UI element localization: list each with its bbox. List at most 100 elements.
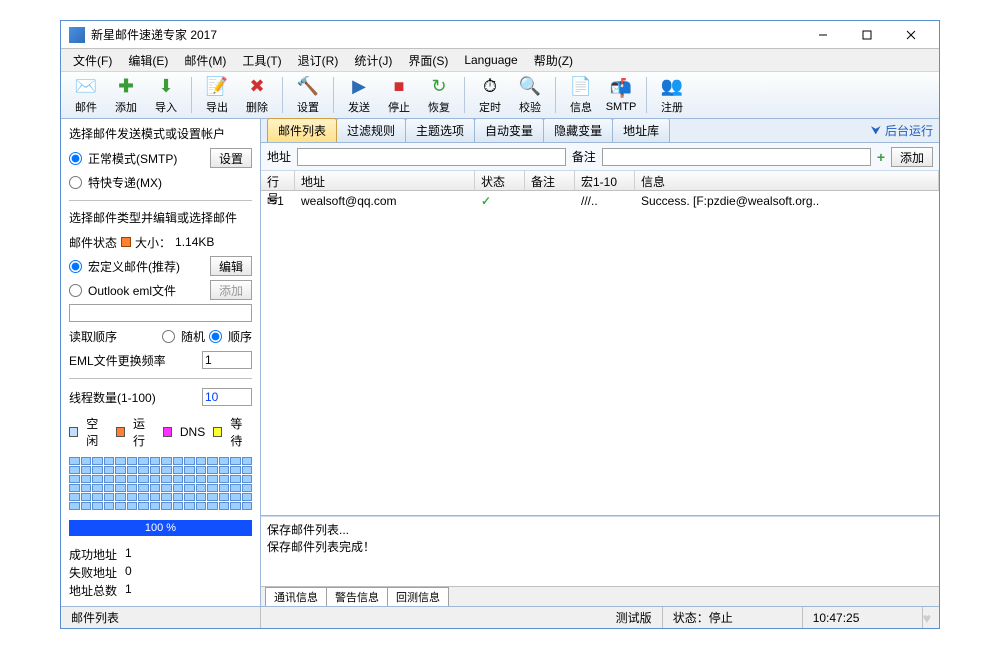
- edit-button[interactable]: 编辑: [210, 256, 252, 276]
- label-custom: 宏定义邮件(推荐): [88, 258, 180, 275]
- table-row[interactable]: ✉1 wealsoft@qq.com ✓ ///.. Success. [F:p…: [261, 191, 939, 211]
- tb-sched[interactable]: ⏱定时: [471, 73, 509, 117]
- add-eml-button[interactable]: 添加: [210, 280, 252, 300]
- menubar: 文件(F) 编辑(E) 邮件(M) 工具(T) 退订(R) 统计(J) 界面(S…: [61, 49, 939, 71]
- radio-outlook-mail[interactable]: [69, 284, 82, 297]
- col-note[interactable]: 备注: [525, 171, 575, 190]
- eml-path-input[interactable]: [69, 304, 252, 322]
- plus-icon[interactable]: +: [877, 149, 885, 165]
- hammer-icon: 🔨: [297, 75, 319, 97]
- tb-delete[interactable]: ✖删除: [238, 73, 276, 117]
- tb-verify[interactable]: 🔍校验: [511, 73, 549, 117]
- toolbar: ✉️邮件 ✚添加 ⬇导入 📝导出 ✖删除 🔨设置 ▶发送 ■停止 ↻恢复 ⏱定时…: [61, 71, 939, 119]
- main-panel: 邮件列表 过滤规则 主题选项 自动变量 隐藏变量 地址库 ⮟后台运行 地址 备注…: [261, 119, 939, 606]
- col-row[interactable]: 行号: [261, 171, 295, 190]
- tab-hidden-var[interactable]: 隐藏变量: [543, 118, 613, 142]
- cell-macro: ///..: [575, 192, 635, 210]
- col-addr[interactable]: 地址: [295, 171, 475, 190]
- menu-help[interactable]: 帮助(Z): [528, 50, 579, 71]
- addr-input[interactable]: [297, 148, 566, 166]
- radio-random[interactable]: [162, 330, 175, 343]
- menu-tools[interactable]: 工具(T): [236, 50, 287, 71]
- swatch-run: [116, 427, 125, 437]
- menu-ui[interactable]: 界面(S): [402, 50, 454, 71]
- tb-info[interactable]: 📄信息: [562, 73, 600, 117]
- menu-edit[interactable]: 编辑(E): [122, 50, 174, 71]
- success-label: 成功地址: [69, 546, 117, 564]
- tb-import[interactable]: ⬇导入: [147, 73, 185, 117]
- add-addr-button[interactable]: 添加: [891, 147, 933, 167]
- tab-addressbook[interactable]: 地址库: [612, 118, 670, 142]
- magnifier-icon: 🔍: [519, 75, 541, 97]
- menu-unsub[interactable]: 退订(R): [292, 50, 345, 71]
- minimize-button[interactable]: [803, 24, 843, 46]
- separator: [646, 77, 647, 113]
- menu-language[interactable]: Language: [458, 51, 523, 69]
- status-version: 测试版: [606, 607, 663, 628]
- col-info[interactable]: 信息: [635, 171, 939, 190]
- radio-normal-mode[interactable]: [69, 152, 82, 165]
- cell-info: Success. [F:pzdie@wealsoft.org..: [635, 192, 939, 210]
- col-macro[interactable]: 宏1-10: [575, 171, 635, 190]
- size-value: 1.14KB: [175, 235, 214, 249]
- body: 选择邮件发送模式或设置帐户 正常模式(SMTP) 设置 特快专递(MX) 选择邮…: [61, 119, 939, 606]
- tab-subject[interactable]: 主题选项: [405, 118, 475, 142]
- total-val: 1: [125, 582, 132, 600]
- log-line: 保存邮件列表...: [267, 521, 933, 538]
- thread-grid: [69, 457, 252, 510]
- heart-icon: ♥: [923, 610, 939, 626]
- grid-header: 行号 地址 状态 备注 宏1-10 信息: [261, 171, 939, 191]
- label-outlook: Outlook eml文件: [88, 282, 176, 299]
- logtab-warn[interactable]: 警告信息: [326, 587, 388, 606]
- tab-auto-var[interactable]: 自动变量: [474, 118, 544, 142]
- col-status[interactable]: 状态: [475, 171, 525, 190]
- mail-status-label: 邮件状态: [69, 234, 117, 251]
- mail-icon: ✉️: [75, 75, 97, 97]
- smtp-icon: 📬: [610, 77, 632, 99]
- tab-mail-list[interactable]: 邮件列表: [267, 118, 337, 142]
- menu-file[interactable]: 文件(F): [67, 50, 118, 71]
- tb-register[interactable]: 👥注册: [653, 73, 691, 117]
- tb-export[interactable]: 📝导出: [198, 73, 236, 117]
- logtab-test[interactable]: 回测信息: [387, 587, 449, 606]
- tb-send[interactable]: ▶发送: [340, 73, 378, 117]
- swatch-idle: [69, 427, 78, 437]
- settings-button[interactable]: 设置: [210, 148, 252, 168]
- address-grid: 行号 地址 状态 备注 宏1-10 信息 ✉1 wealsoft@qq.com …: [261, 171, 939, 516]
- radio-sequential[interactable]: [209, 330, 222, 343]
- tb-mail[interactable]: ✉️邮件: [67, 73, 105, 117]
- radio-express-mode[interactable]: [69, 176, 82, 189]
- tb-stop[interactable]: ■停止: [380, 73, 418, 117]
- tb-add[interactable]: ✚添加: [107, 73, 145, 117]
- import-icon: ⬇: [155, 75, 177, 97]
- fail-val: 0: [125, 564, 132, 582]
- tab-filter[interactable]: 过滤规则: [336, 118, 406, 142]
- progress-bar: 100 %: [69, 520, 252, 536]
- app-window: 新星邮件速递专家 2017 文件(F) 编辑(E) 邮件(M) 工具(T) 退订…: [60, 20, 940, 629]
- delete-icon: ✖: [246, 75, 268, 97]
- tabs: 邮件列表 过滤规则 主题选项 自动变量 隐藏变量 地址库 ⮟后台运行: [261, 119, 939, 143]
- tb-smtp[interactable]: 📬SMTP: [602, 73, 640, 117]
- tb-resume[interactable]: ↻恢复: [420, 73, 458, 117]
- maximize-button[interactable]: [847, 24, 887, 46]
- close-button[interactable]: [891, 24, 931, 46]
- divider: [69, 200, 252, 201]
- success-val: 1: [125, 546, 132, 564]
- export-icon: 📝: [206, 75, 228, 97]
- menu-mail[interactable]: 邮件(M): [178, 50, 232, 71]
- thread-count-label: 线程数量(1-100): [69, 389, 156, 406]
- thread-count-input[interactable]: [202, 388, 252, 406]
- logtab-comm[interactable]: 通讯信息: [265, 587, 327, 606]
- menu-stats[interactable]: 统计(J): [348, 50, 398, 71]
- cell-note: [525, 199, 575, 203]
- eml-freq-input[interactable]: [202, 351, 252, 369]
- radio-custom-mail[interactable]: [69, 260, 82, 273]
- app-icon: [69, 27, 85, 43]
- cell-status: ✓: [475, 192, 525, 210]
- stop-icon: ■: [388, 75, 410, 97]
- tb-settings[interactable]: 🔨设置: [289, 73, 327, 117]
- note-input[interactable]: [602, 148, 871, 166]
- info-icon: 📄: [570, 75, 592, 97]
- size-label: 大小：: [135, 234, 171, 251]
- bg-run-link[interactable]: ⮟后台运行: [871, 122, 933, 142]
